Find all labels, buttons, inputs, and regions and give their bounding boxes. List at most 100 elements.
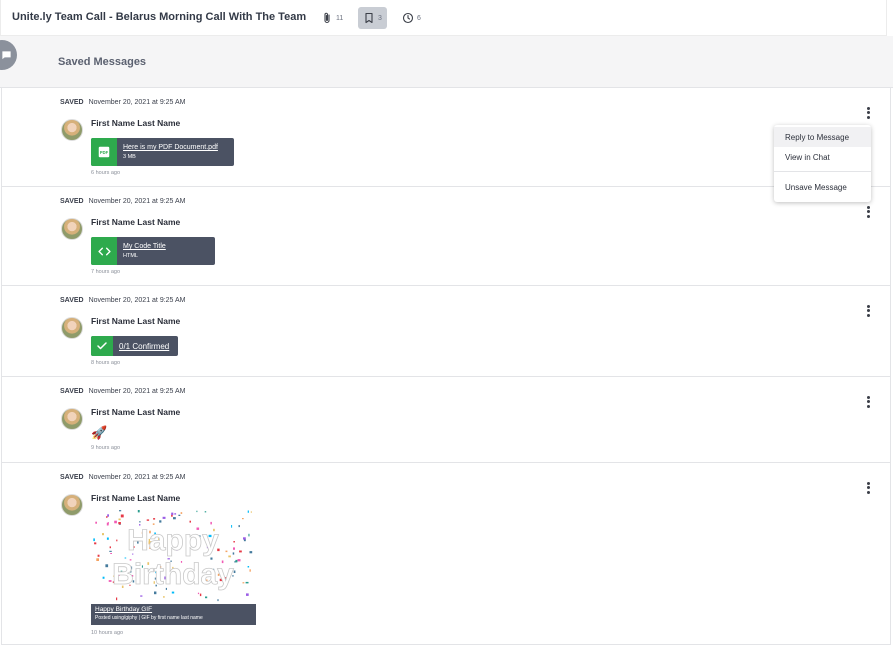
message-meta: SAVED November 20, 2021 at 9:25 AM xyxy=(60,474,186,481)
confetti-piece xyxy=(246,593,249,596)
confetti-piece xyxy=(94,542,97,545)
saved-label: SAVED xyxy=(60,388,84,395)
confetti-piece xyxy=(102,576,105,579)
bookmark-icon xyxy=(365,12,373,24)
message-options-button[interactable] xyxy=(864,106,872,120)
saved-message-1: SAVED November 20, 2021 at 9:25 AM First … xyxy=(1,88,891,187)
message-options-button[interactable] xyxy=(864,304,872,318)
message-meta: SAVED November 20, 2021 at 9:25 AM xyxy=(60,99,186,106)
confetti-piece xyxy=(171,512,174,515)
confetti-piece xyxy=(189,520,191,523)
confetti-piece xyxy=(96,558,99,561)
confetti-piece xyxy=(249,569,251,572)
message-timestamp: November 20, 2021 at 9:25 AM xyxy=(88,388,186,395)
confetti-piece xyxy=(233,547,235,550)
attachments-button[interactable]: 11 xyxy=(316,7,348,29)
saved-label: SAVED xyxy=(60,297,84,304)
confetti-piece xyxy=(217,599,219,602)
checkmark-icon xyxy=(91,336,113,356)
message-timestamp: November 20, 2021 at 9:25 AM xyxy=(88,297,186,304)
view-in-chat-item[interactable]: View in Chat xyxy=(774,147,871,167)
chat-bubble-icon xyxy=(1,50,11,59)
rocket-emoji: 🚀 xyxy=(91,425,108,440)
confetti-piece xyxy=(153,518,156,520)
code-attachment-card[interactable]: My Code Title HTML xyxy=(91,237,215,265)
saved-label: SAVED xyxy=(60,474,84,481)
confetti-piece xyxy=(234,561,236,563)
confetti-piece xyxy=(250,511,252,513)
attachment-size: 3 MB xyxy=(123,154,136,160)
gif-title[interactable]: Happy Birthday GIF xyxy=(95,606,252,613)
message-options-menu: Reply to Message View in Chat Unsave Mes… xyxy=(774,125,871,202)
message-options-button[interactable] xyxy=(864,395,872,409)
confetti-piece xyxy=(109,550,112,552)
time-ago: 10 hours ago xyxy=(91,630,124,636)
gif-caption: Happy Birthday GIF Posted using/giphy | … xyxy=(91,604,256,625)
attachment-name[interactable]: Here is my PDF Document.pdf xyxy=(123,144,218,151)
confetti-piece xyxy=(140,595,143,597)
pdf-icon: PDF xyxy=(91,138,117,166)
happy-birthday-gif-image: Happy Birthday xyxy=(93,510,253,602)
saved-message-2: SAVED November 20, 2021 at 9:25 AM First … xyxy=(1,187,891,286)
confetti-piece xyxy=(102,533,104,536)
clock-icon xyxy=(402,12,414,24)
gif-text-birthday: Birthday xyxy=(112,558,234,591)
confetti-piece xyxy=(97,554,100,557)
confirmation-card[interactable]: 0/1 Confirmed xyxy=(91,336,178,356)
avatar xyxy=(61,408,83,430)
confetti-piece xyxy=(225,550,228,553)
avatar xyxy=(61,494,83,516)
confetti-piece xyxy=(110,553,112,554)
confetti-piece xyxy=(146,519,150,521)
saved-count: 3 xyxy=(378,14,382,22)
confetti-piece xyxy=(120,514,124,518)
confetti-piece xyxy=(106,537,109,540)
avatar xyxy=(61,218,83,240)
saved-label: SAVED xyxy=(60,99,84,106)
message-options-button[interactable] xyxy=(864,481,872,495)
confetti-piece xyxy=(154,591,157,595)
confetti-piece xyxy=(105,564,109,568)
confetti-piece xyxy=(119,510,122,512)
sender-name: First Name Last Name xyxy=(91,407,181,417)
confirmation-status[interactable]: 0/1 Confirmed xyxy=(119,342,169,351)
message-timestamp: November 20, 2021 at 9:25 AM xyxy=(88,474,186,481)
confetti-piece xyxy=(242,582,245,584)
confetti-piece xyxy=(243,537,246,540)
code-title[interactable]: My Code Title xyxy=(123,243,166,250)
unsave-message-item[interactable]: Unsave Message xyxy=(774,177,871,197)
confetti-piece xyxy=(235,559,238,563)
sender-name: First Name Last Name xyxy=(91,316,181,326)
history-count: 6 xyxy=(417,14,421,22)
pdf-attachment-card[interactable]: PDF Here is my PDF Document.pdf 3 MB xyxy=(91,138,234,166)
confetti-piece xyxy=(114,520,117,524)
message-meta: SAVED November 20, 2021 at 9:25 AM xyxy=(60,388,186,395)
confetti-piece xyxy=(231,525,233,528)
confetti-piece xyxy=(162,516,166,519)
time-ago: 9 hours ago xyxy=(91,445,121,451)
confetti-piece xyxy=(139,521,141,523)
svg-text:PDF: PDF xyxy=(100,150,109,155)
message-timestamp: November 20, 2021 at 9:25 AM xyxy=(88,99,186,106)
confetti-piece xyxy=(118,522,121,525)
confetti-piece xyxy=(247,510,249,513)
saved-message-5: SAVED November 20, 2021 at 9:25 AM First … xyxy=(1,463,891,645)
history-button[interactable]: 6 xyxy=(397,7,426,29)
message-options-button[interactable] xyxy=(864,205,872,219)
gif-attachment[interactable]: Happy Birthday Happy Birthday GIF Posted… xyxy=(91,510,256,625)
confetti-piece xyxy=(247,566,250,568)
confetti-piece xyxy=(174,513,177,515)
confetti-piece xyxy=(106,516,108,518)
saved-messages-button[interactable]: 3 xyxy=(358,7,387,29)
confetti-piece xyxy=(237,559,241,562)
attachments-count: 11 xyxy=(336,14,344,22)
menu-divider xyxy=(774,171,871,172)
sender-name: First Name Last Name xyxy=(91,118,181,128)
reply-to-message-item[interactable]: Reply to Message xyxy=(774,127,871,147)
avatar xyxy=(61,119,83,141)
confetti-piece xyxy=(233,570,236,573)
confetti-piece xyxy=(173,517,176,520)
gif-text-happy: Happy xyxy=(127,524,219,557)
time-ago: 6 hours ago xyxy=(91,170,121,176)
confetti-piece xyxy=(118,518,121,521)
